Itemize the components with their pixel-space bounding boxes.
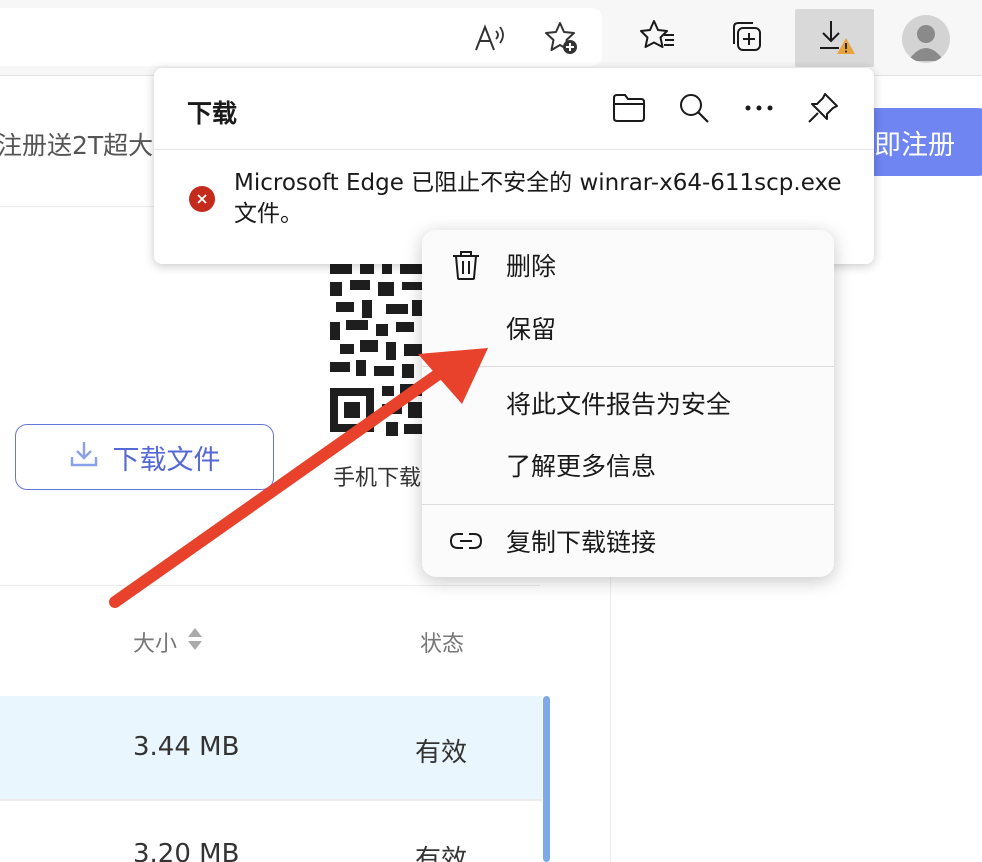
scrollbar-thumb[interactable]: [543, 696, 550, 862]
row-status: 有效: [415, 738, 468, 768]
row-size: 3.20 MB: [133, 839, 240, 862]
favorites-icon: [640, 18, 676, 58]
menu-item-label: 将此文件报告为安全: [506, 390, 732, 419]
trash-icon: [448, 247, 484, 283]
search-downloads-button[interactable]: [674, 88, 714, 128]
folder-icon: [613, 94, 645, 122]
menu-item-keep[interactable]: 保留: [422, 299, 834, 357]
divider: [0, 585, 540, 586]
menu-separator: [422, 366, 834, 367]
pin-icon: [808, 93, 838, 123]
collections-button[interactable]: [716, 9, 776, 67]
profile-icon: [908, 25, 944, 61]
divider: [154, 149, 874, 150]
browser-toolbar: [0, 0, 982, 76]
more-icon: [745, 105, 773, 111]
menu-item-label: 复制下载链接: [506, 528, 657, 557]
menu-item-delete[interactable]: 删除: [422, 236, 834, 294]
table-row[interactable]: 3.44 MB 有效: [0, 696, 542, 800]
error-icon: [189, 186, 215, 212]
download-file-button[interactable]: 下载文件: [15, 424, 274, 490]
downloads-title: 下载: [187, 99, 238, 128]
menu-item-label: 删除: [506, 252, 557, 281]
profile-avatar[interactable]: [902, 15, 950, 63]
menu-item-label: 了解更多信息: [506, 452, 657, 481]
pin-flyout-button[interactable]: [803, 88, 843, 128]
table-header-status: 状态: [420, 632, 465, 657]
search-icon: [680, 94, 709, 123]
row-size: 3.44 MB: [133, 732, 240, 762]
download-context-menu: 删除 保留 将此文件报告为安全 了解更多信息 复制下载链接: [422, 230, 834, 577]
download-file-label: 下载文件: [112, 444, 221, 476]
download-icon: [69, 439, 99, 476]
favorites-button[interactable]: [628, 9, 688, 67]
collections-icon: [727, 17, 765, 59]
qr-caption: 手机下载: [333, 466, 422, 491]
promo-text: 注册送2T超大: [0, 131, 154, 160]
address-bar[interactable]: [0, 8, 602, 66]
size-header-label: 大小: [133, 632, 178, 657]
download-warning-icon: [815, 16, 855, 60]
qr-code: [330, 262, 422, 444]
menu-item-label: 保留: [506, 315, 557, 344]
menu-item-report-safe[interactable]: 将此文件报告为安全: [422, 374, 834, 432]
row-status: 有效: [415, 845, 468, 862]
sort-icon[interactable]: [187, 626, 203, 658]
menu-separator: [422, 504, 834, 505]
register-label: 即注册: [874, 129, 955, 161]
read-aloud-icon[interactable]: [470, 22, 510, 54]
more-options-button[interactable]: [739, 88, 779, 128]
blocked-download-message[interactable]: Microsoft Edge 已阻止不安全的 winrar-x64-611scp…: [234, 168, 864, 230]
table-header-size[interactable]: 大小: [133, 626, 203, 658]
menu-item-copy-link[interactable]: 复制下载链接: [422, 512, 834, 570]
menu-item-learn-more[interactable]: 了解更多信息: [422, 436, 834, 494]
add-favorite-icon[interactable]: [542, 22, 582, 54]
link-icon: [448, 523, 484, 559]
downloads-button[interactable]: [795, 9, 874, 67]
table-row[interactable]: 3.20 MB 有效: [0, 801, 542, 862]
open-folder-button[interactable]: [609, 88, 649, 128]
